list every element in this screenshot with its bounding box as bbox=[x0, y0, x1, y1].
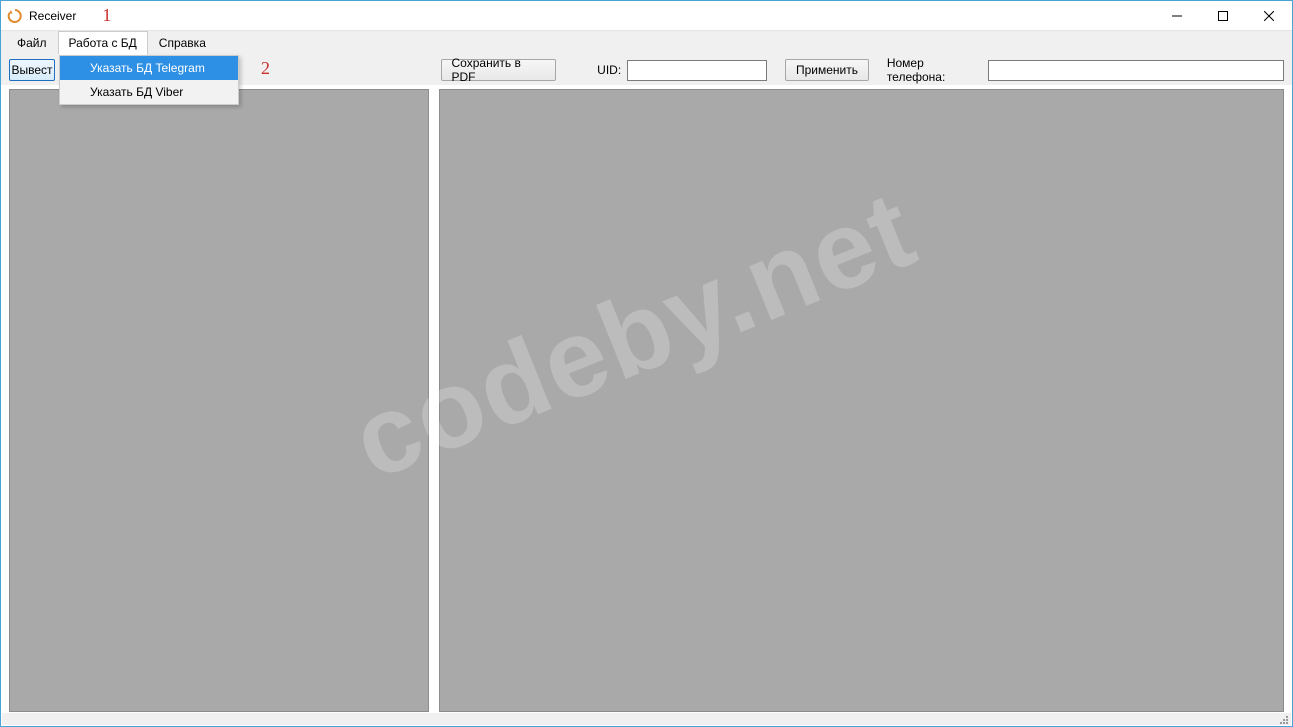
phone-input[interactable] bbox=[988, 60, 1284, 81]
output-button[interactable]: Вывест bbox=[9, 59, 55, 81]
resize-grip[interactable] bbox=[1277, 713, 1289, 725]
title-bar: Receiver 1 bbox=[1, 1, 1292, 31]
uid-label: UID: bbox=[597, 63, 621, 77]
menu-db[interactable]: Работа с БД bbox=[58, 31, 148, 55]
minimize-button[interactable] bbox=[1154, 1, 1200, 31]
close-button[interactable] bbox=[1246, 1, 1292, 31]
uid-input[interactable] bbox=[627, 60, 767, 81]
window-title: Receiver bbox=[29, 9, 76, 23]
menu-file[interactable]: Файл bbox=[6, 31, 58, 55]
annotation-1: 1 bbox=[102, 5, 111, 26]
annotation-2: 2 bbox=[261, 58, 270, 79]
window-controls bbox=[1154, 1, 1292, 30]
dropdown-item-telegram[interactable]: Указать БД Telegram bbox=[60, 56, 238, 80]
title-left: Receiver 1 bbox=[7, 5, 111, 26]
toolbar-right: Сохранить в PDF UID: Применить Номер тел… bbox=[431, 56, 1284, 84]
dropdown-item-label: Указать БД Viber bbox=[90, 85, 183, 99]
phone-label: Номер телефона: bbox=[887, 56, 983, 84]
left-panel bbox=[9, 89, 429, 712]
menu-bar: Файл Работа с БД Справка bbox=[1, 31, 1292, 55]
dropdown-item-label: Указать БД Telegram bbox=[90, 61, 205, 75]
content-area bbox=[9, 89, 1284, 712]
db-dropdown: Указать БД Telegram Указать БД Viber bbox=[59, 55, 239, 105]
maximize-button[interactable] bbox=[1200, 1, 1246, 31]
app-icon bbox=[7, 8, 23, 24]
app-window: Receiver 1 Файл Работа с БД Справка bbox=[0, 0, 1293, 727]
dropdown-item-viber[interactable]: Указать БД Viber bbox=[60, 80, 238, 104]
save-pdf-button[interactable]: Сохранить в PDF bbox=[441, 59, 557, 81]
status-bar bbox=[2, 713, 1291, 725]
menu-help[interactable]: Справка bbox=[148, 31, 217, 55]
apply-button[interactable]: Применить bbox=[785, 59, 869, 81]
right-panel bbox=[439, 89, 1284, 712]
